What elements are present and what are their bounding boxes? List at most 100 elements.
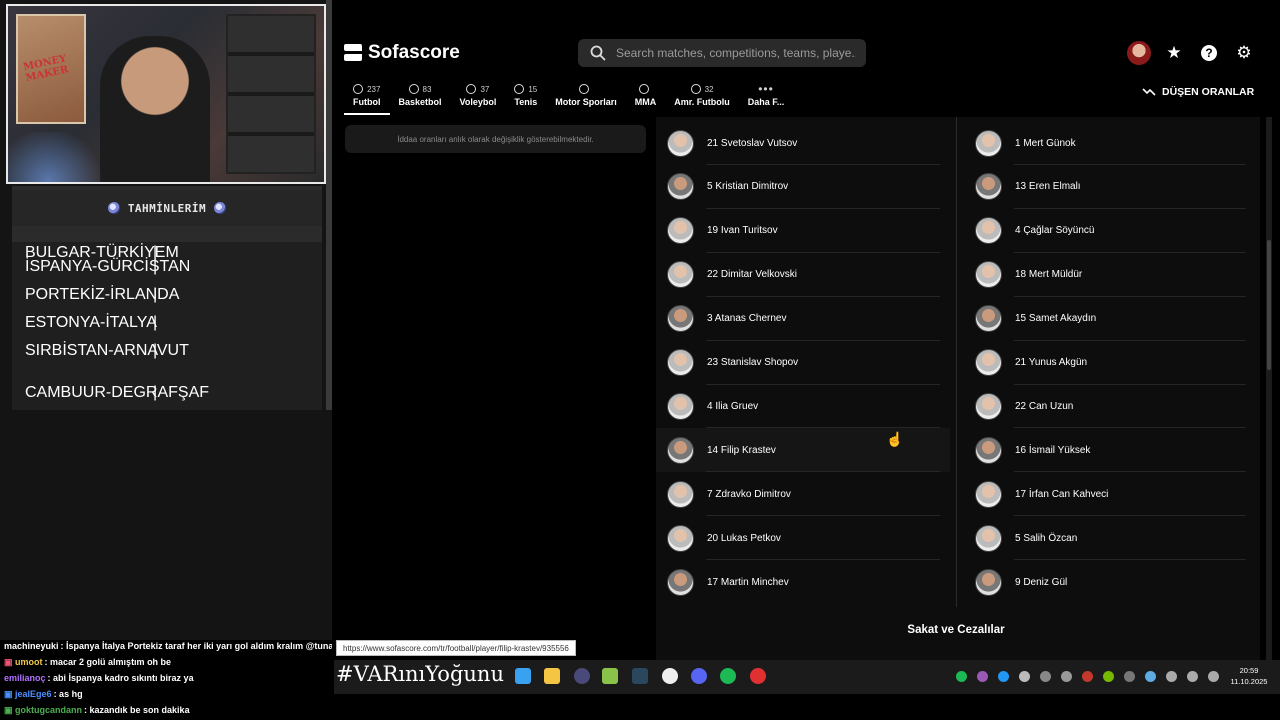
player-name: 3 Atanas Chernev: [707, 313, 787, 325]
tray-icon[interactable]: [977, 671, 988, 682]
tab-count: 37: [480, 84, 490, 94]
injured-suspended-heading[interactable]: Sakat ve Cezalılar: [656, 624, 1256, 636]
player-row[interactable]: 4 Çağlar Söyüncü: [964, 209, 1256, 253]
player-photo: [975, 524, 1002, 552]
football-icon: [353, 84, 364, 94]
player-photo: [667, 568, 694, 596]
player-name: 22 Dimitar Velkovski: [707, 269, 798, 281]
help-icon[interactable]: ?: [1198, 42, 1220, 64]
tab-futbol[interactable]: 237 Futbol: [344, 82, 390, 115]
player-row[interactable]: 7 Zdravko Dimitrov: [656, 472, 950, 516]
prediction-label: PORTEKİZ-İRLANDA: [25, 286, 180, 303]
player-row[interactable]: 17 İrfan Can Kahveci: [964, 472, 1256, 516]
player-row[interactable]: 21 Svetoslav Vutsov: [656, 121, 950, 165]
chat-overlay: machineyuki: İspanya İtalya Portekiz tar…: [0, 638, 332, 720]
hand-cursor-icon: ☝: [886, 431, 904, 447]
microphone-icon[interactable]: [1166, 671, 1177, 682]
player-row[interactable]: 23 Stanislav Shopov: [656, 341, 950, 385]
prediction-bar: |: [153, 286, 158, 303]
controller-icon[interactable]: [1061, 671, 1072, 682]
football-icon: [107, 202, 120, 214]
app-icon[interactable]: [574, 668, 590, 684]
tray-icon[interactable]: [1082, 671, 1093, 682]
sofascore-logo[interactable]: Sofascore: [344, 42, 460, 64]
opera-icon[interactable]: [750, 668, 766, 684]
discord-tray-icon[interactable]: [1019, 671, 1030, 682]
chat-text: : macar 2 golü almıştım oh be: [44, 657, 172, 667]
player-row[interactable]: 5 Salih Özcan: [964, 516, 1256, 560]
tab-basketbol[interactable]: 83 Basketbol: [390, 82, 451, 112]
player-row[interactable]: 14 Filip Krastev: [656, 428, 950, 473]
settings-gear-icon[interactable]: ⚙: [1233, 42, 1255, 64]
player-photo: [667, 217, 694, 245]
display-icon[interactable]: [1187, 671, 1198, 682]
player-name: 17 İrfan Can Kahveci: [1015, 488, 1109, 500]
player-row[interactable]: 19 Ivan Turitsov: [656, 209, 950, 253]
player-row[interactable]: 18 Mert Müldür: [964, 253, 1256, 297]
tray-icon[interactable]: [1124, 671, 1135, 682]
tennis-icon: [514, 84, 525, 94]
player-row[interactable]: 21 Yunus Akgün: [964, 341, 1256, 385]
tab-label: Amr. Futbolu: [674, 97, 730, 107]
steam-icon[interactable]: [632, 668, 648, 684]
player-photo: [975, 305, 1002, 333]
tab-tenis[interactable]: 15 Tenis: [505, 82, 546, 112]
search-bar[interactable]: [578, 39, 866, 67]
player-row[interactable]: 16 İsmail Yüksek: [964, 428, 1256, 472]
user-avatar[interactable]: [1127, 41, 1151, 65]
spotify-icon[interactable]: [720, 668, 736, 684]
player-photo: [667, 392, 694, 420]
search-icon: [590, 45, 606, 61]
network-icon[interactable]: [1145, 671, 1156, 682]
player-row[interactable]: 9 Deniz Gül: [964, 560, 1256, 604]
player-photo: [667, 480, 694, 508]
tab-label: Voleybol: [459, 97, 497, 107]
player-row[interactable]: 20 Lukas Petkov: [656, 516, 950, 560]
scrollbar-thumb[interactable]: [1267, 240, 1271, 370]
sofascore-logo-icon: [344, 44, 362, 62]
system-clock[interactable]: 20:59 11.10.2025: [1226, 665, 1272, 687]
player-row[interactable]: 22 Dimitar Velkovski: [656, 253, 950, 297]
dropping-odds-link[interactable]: DÜŞEN ORANLAR: [1142, 86, 1254, 98]
volume-icon[interactable]: [1208, 671, 1219, 682]
player-row[interactable]: 22 Can Uzun: [964, 384, 1256, 428]
player-row[interactable]: 1 Mert Günok: [964, 121, 1256, 165]
tab-more[interactable]: ••• Daha F...: [739, 82, 794, 112]
chat-badge-icon: ▣: [4, 705, 13, 715]
player-row[interactable]: 13 Eren Elmalı: [964, 165, 1256, 209]
player-row[interactable]: 17 Martin Minchev: [656, 560, 950, 604]
tab-count: 15: [528, 84, 538, 94]
tray-icon[interactable]: [1040, 671, 1051, 682]
discord-icon[interactable]: [691, 668, 707, 684]
player-name: 22 Can Uzun: [1015, 400, 1074, 412]
windows-start-icon[interactable]: [515, 668, 531, 684]
player-row[interactable]: 4 Ilia Gruev: [656, 384, 950, 428]
player-row[interactable]: 3 Atanas Chernev: [656, 297, 950, 341]
page-scrollbar[interactable]: [1266, 117, 1272, 660]
tab-motor-sporlari[interactable]: Motor Sporları: [546, 82, 626, 112]
bluetooth-icon[interactable]: [998, 671, 1009, 682]
chrome-icon[interactable]: [662, 668, 678, 684]
player-photo: [975, 217, 1002, 245]
spotify-tray-icon[interactable]: [956, 671, 967, 682]
tab-voleybol[interactable]: 37 Voleybol: [451, 82, 506, 112]
football-icon: [214, 202, 227, 214]
file-explorer-icon[interactable]: [544, 668, 560, 684]
player-name: 19 Ivan Turitsov: [707, 225, 778, 237]
player-photo: [975, 129, 1002, 157]
link-status-url: https://www.sofascore.com/tr/football/pl…: [336, 640, 576, 656]
tab-label: Daha F...: [747, 97, 785, 107]
prediction-row: İSPANYA-GÜRCİSTAN |: [25, 258, 190, 276]
search-input[interactable]: [616, 46, 856, 60]
player-row[interactable]: 15 Samet Akaydın: [964, 297, 1256, 341]
prediction-label: CAMBUUR-DEGRAFŞAF: [25, 384, 210, 401]
notepad-icon[interactable]: [602, 668, 618, 684]
favorites-star-icon[interactable]: ★: [1163, 42, 1185, 64]
tab-amr-futbolu[interactable]: 32 Amr. Futbolu: [665, 82, 739, 112]
volleyball-icon: [466, 84, 477, 94]
nvidia-icon[interactable]: [1103, 671, 1114, 682]
player-row[interactable]: 5 Kristian Dimitrov: [656, 165, 950, 209]
player-name: 14 Filip Krastev: [707, 444, 776, 456]
tab-mma[interactable]: MMA: [626, 82, 666, 112]
prediction-row: ESTONYA-İTALYA |: [25, 314, 157, 332]
